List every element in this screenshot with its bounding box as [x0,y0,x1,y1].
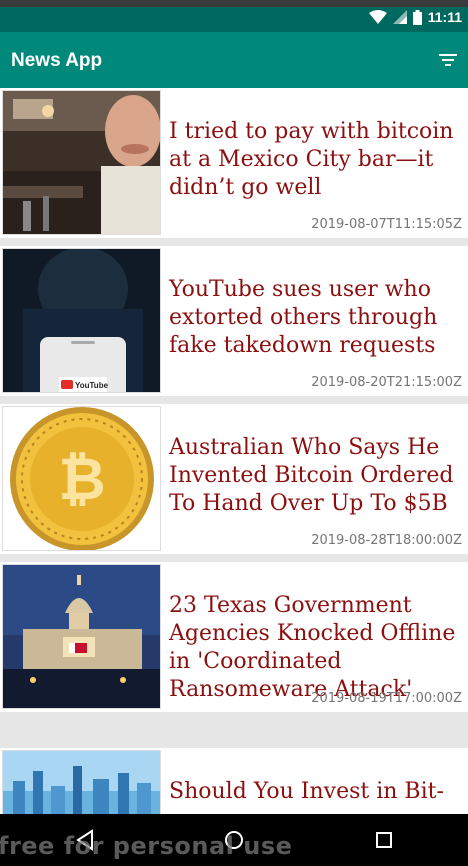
watermark: free for personal use [0,832,293,860]
article-card[interactable]: YouTube YouTube sues user who extorted o… [0,246,468,396]
article-thumbnail [2,90,161,235]
status-top-strip [0,0,468,7]
article-headline[interactable]: I tried to pay with bitcoin at a Mexico … [169,118,463,202]
status-bar: 11:11 [0,0,468,32]
article-thumbnail [2,564,161,709]
article-thumbnail: ₿ [2,406,161,551]
wifi-icon [368,10,387,24]
article-thumbnail [2,750,161,814]
article-headline[interactable]: 23 Texas Government Agencies Knocked Off… [169,592,463,704]
filter-icon [439,54,457,66]
article-thumbnail: YouTube [2,248,161,393]
article-headline[interactable]: Australian Who Says He Invented Bitcoin … [169,434,463,518]
bar-photo [3,91,160,234]
hacker-phone-photo: YouTube [3,249,160,392]
capitol-photo [3,565,160,708]
article-date: 2019-08-19T17:00:00Z [311,691,462,706]
app-bar: News App [0,32,468,88]
article-card[interactable]: ₿ Australian Who Says He Invented Bitcoi… [0,404,468,554]
article-headline[interactable]: YouTube sues user who extorted others th… [169,276,463,360]
blue-city-photo [3,751,160,814]
signal-icon [392,10,407,24]
recents-button[interactable] [370,826,398,854]
article-card[interactable]: 23 Texas Government Agencies Knocked Off… [0,562,468,712]
filter-button[interactable] [438,52,458,68]
article-card[interactable]: Should You Invest in Bit- [0,748,468,814]
svg-text:₿: ₿ [58,445,105,513]
article-date: 2019-08-20T21:15:00Z [311,375,462,390]
bitcoin-coin: ₿ [3,407,160,550]
recents-icon [376,832,392,848]
article-date: 2019-08-28T18:00:00Z [311,533,462,548]
youtube-label: YouTube [75,381,109,390]
article-date: 2019-08-07T11:15:05Z [311,217,462,232]
article-headline[interactable]: Should You Invest in Bit- [169,778,463,806]
status-time: 11:11 [427,9,462,25]
status-icons: 11:11 [368,9,462,25]
news-feed[interactable]: I tried to pay with bitcoin at a Mexico … [0,88,468,814]
battery-icon [412,9,422,25]
article-card[interactable]: I tried to pay with bitcoin at a Mexico … [0,88,468,238]
app-title: News App [11,50,103,71]
